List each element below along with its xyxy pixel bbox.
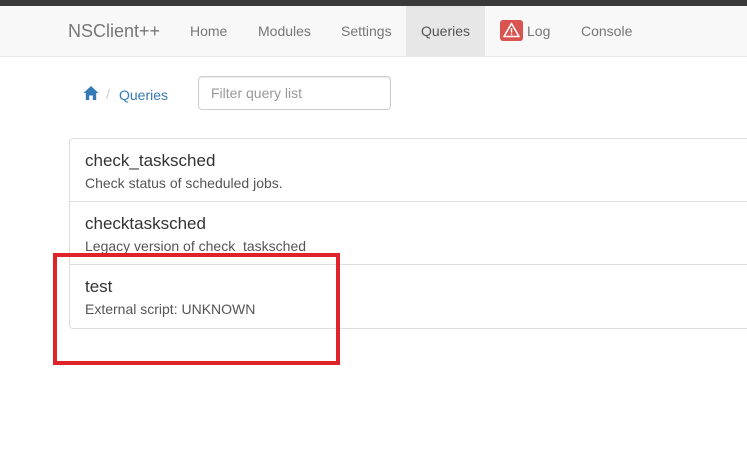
highlight-annotation-box [53, 253, 340, 365]
breadcrumb-queries[interactable]: Queries [119, 87, 168, 103]
navbar: NSClient++ Home Modules Settings Queries… [0, 6, 747, 57]
query-item-check-tasksched[interactable]: check_tasksched Check status of schedule… [69, 138, 747, 202]
nav-settings[interactable]: Settings [341, 6, 392, 56]
nav-log[interactable]: Log [527, 6, 550, 56]
nav-queries[interactable]: Queries [406, 6, 485, 56]
query-name: checktasksched [85, 214, 206, 233]
nav-modules[interactable]: Modules [258, 6, 311, 56]
nav-console[interactable]: Console [581, 6, 632, 56]
warning-icon[interactable] [500, 20, 523, 41]
filter-query-input[interactable] [198, 76, 391, 110]
query-description: Legacy version of check_tasksched [85, 238, 307, 254]
breadcrumb-separator: / [106, 86, 110, 102]
query-name: check_tasksched [85, 151, 216, 170]
home-icon[interactable] [83, 85, 99, 106]
query-description: Check status of scheduled jobs. [85, 175, 283, 191]
brand[interactable]: NSClient++ [68, 21, 160, 42]
nav-home[interactable]: Home [190, 6, 227, 56]
